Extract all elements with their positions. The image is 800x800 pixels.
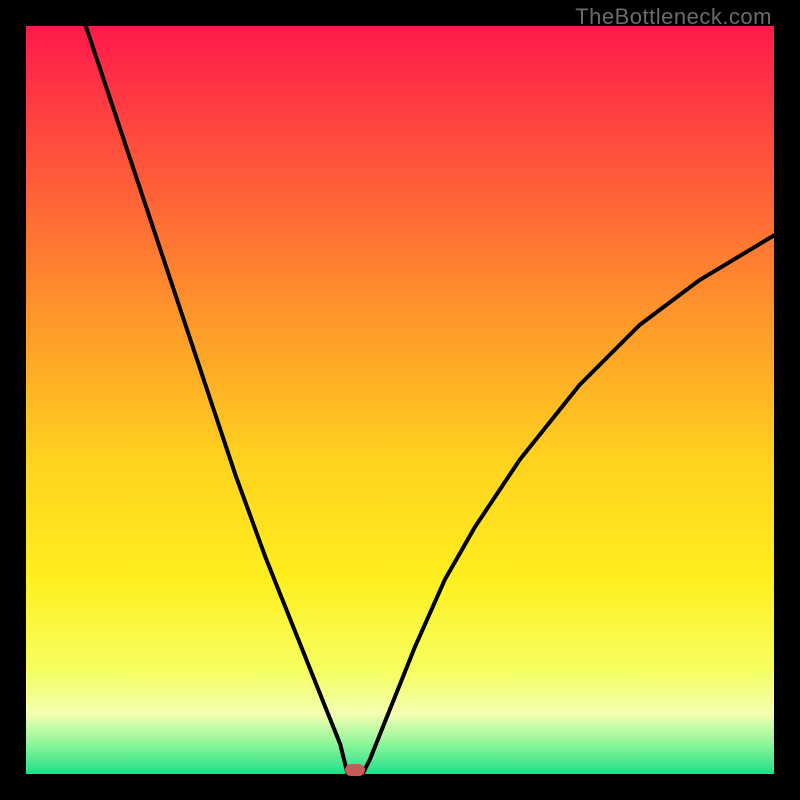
plot-area bbox=[26, 26, 774, 774]
chart-frame: TheBottleneck.com bbox=[0, 0, 800, 800]
bottleneck-curve bbox=[26, 26, 774, 774]
optimal-point-marker bbox=[345, 764, 365, 776]
